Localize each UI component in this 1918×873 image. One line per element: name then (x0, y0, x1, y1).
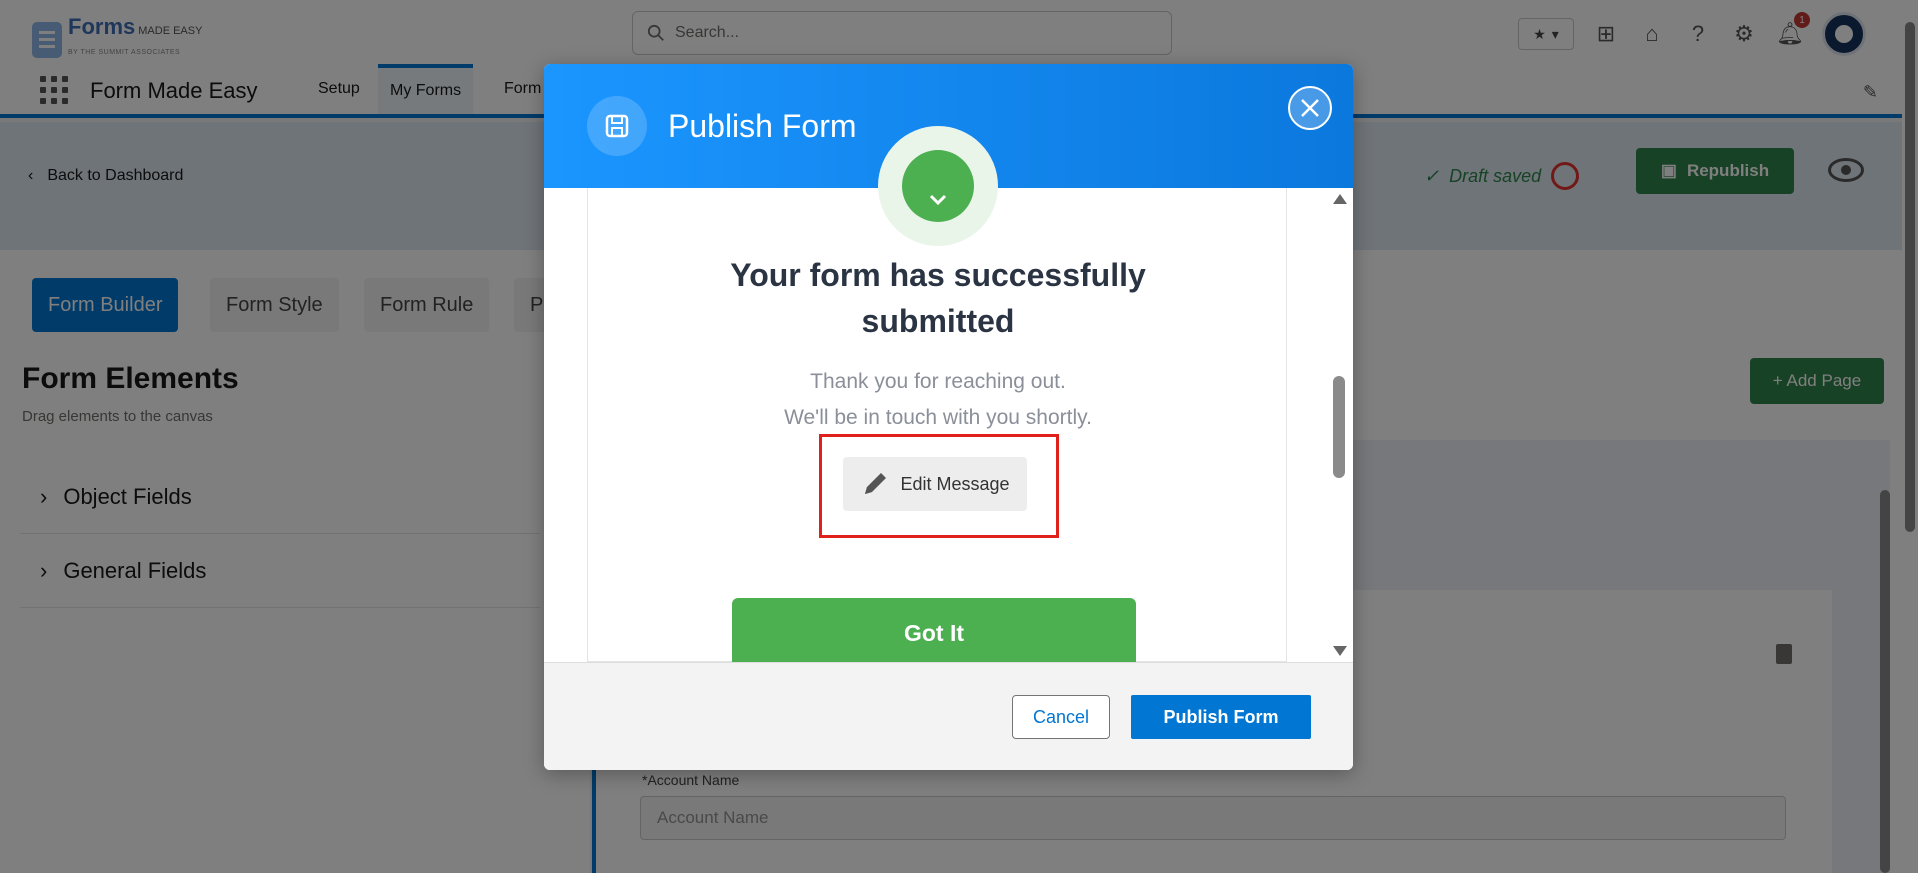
pencil-icon (865, 473, 887, 494)
edit-message-button[interactable]: Edit Message (843, 457, 1027, 511)
modal-scrollbar[interactable] (1327, 188, 1353, 662)
close-icon[interactable] (1288, 86, 1332, 130)
save-icon (587, 96, 647, 156)
thank-you-message-line2: We'll be in touch with you shortly. (784, 406, 1092, 429)
success-title: Your form has successfully submitted (730, 257, 1146, 339)
success-check-icon (878, 126, 998, 246)
thank-you-preview: Your form has successfully submitted Tha… (587, 126, 1287, 668)
publish-form-button[interactable]: Publish Form (1131, 695, 1311, 739)
thank-you-message-line1: Thank you for reaching out. (810, 370, 1066, 393)
scroll-up-icon[interactable] (1333, 194, 1347, 204)
modal-footer: Cancel Publish Form (544, 662, 1353, 770)
scroll-thumb[interactable] (1333, 376, 1345, 478)
modal-title: Publish Form (668, 108, 857, 144)
got-it-button[interactable]: Got It (732, 598, 1136, 668)
scroll-down-icon[interactable] (1333, 646, 1347, 656)
publish-form-modal: Publish Form Your form has successfully … (544, 64, 1353, 770)
modal-body[interactable]: Your form has successfully submitted Tha… (544, 126, 1353, 668)
cancel-button[interactable]: Cancel (1012, 695, 1110, 739)
